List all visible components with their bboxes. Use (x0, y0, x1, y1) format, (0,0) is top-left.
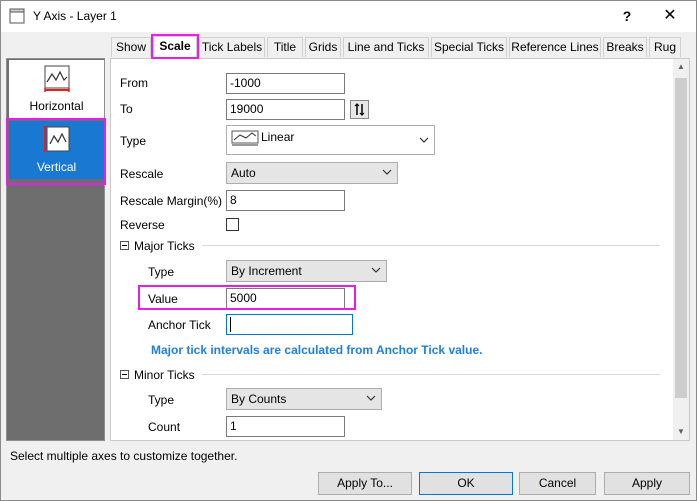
anchor-tick-input[interactable] (226, 314, 353, 335)
from-input[interactable]: -1000 (226, 73, 345, 94)
apply-button[interactable]: Apply (604, 472, 690, 495)
tab-line-and-ticks[interactable]: Line and Ticks (343, 37, 429, 57)
from-label: From (120, 76, 148, 90)
cancel-button[interactable]: Cancel (519, 472, 596, 495)
chevron-down-icon (381, 166, 393, 178)
vertical-highlight-box (6, 118, 106, 185)
collapse-icon[interactable] (120, 370, 129, 379)
major-ticks-info-text: Major tick intervals are calculated from… (151, 343, 483, 357)
type-label: Type (120, 134, 147, 148)
reverse-label: Reverse (120, 218, 165, 232)
scale-settings-panel (110, 58, 690, 441)
chevron-down-icon (365, 392, 377, 404)
scale-tab-highlight-box (151, 34, 199, 59)
tab-tick-labels[interactable]: Tick Labels (199, 37, 265, 57)
linear-scale-icon (230, 129, 260, 147)
minor-type-label: Type (148, 393, 175, 407)
tab-grids[interactable]: Grids (305, 37, 341, 57)
window-title: Y Axis - Layer 1 (33, 9, 117, 23)
title-bar: Y Axis - Layer 1 ? ✕ (1, 1, 696, 32)
rescale-margin-input[interactable]: 8 (226, 190, 345, 211)
tab-title[interactable]: Title (267, 37, 303, 57)
rescale-select-value: Auto (231, 166, 256, 180)
tab-breaks[interactable]: Breaks (603, 37, 647, 57)
tab-special-ticks[interactable]: Special Ticks (431, 37, 507, 57)
collapse-icon[interactable] (120, 241, 129, 250)
rescale-select[interactable]: Auto (226, 162, 398, 184)
swap-icon[interactable] (350, 100, 369, 119)
section-divider (202, 374, 660, 375)
anchor-tick-label: Anchor Tick (148, 318, 211, 332)
value-highlight-box (138, 285, 356, 310)
major-type-label: Type (148, 265, 175, 279)
section-divider (202, 245, 660, 246)
text-cursor (230, 317, 231, 332)
major-type-select[interactable]: By Increment (226, 260, 387, 282)
horizontal-axis-icon (42, 63, 72, 93)
minor-type-select[interactable]: By Counts (226, 388, 382, 410)
to-input[interactable]: 19000 (226, 99, 345, 120)
reverse-checkbox[interactable] (226, 218, 239, 231)
tab-reference-lines[interactable]: Reference Lines (509, 37, 601, 57)
minor-type-select-value: By Counts (231, 392, 287, 406)
axis-selector-panel: Horizontal Vertical (6, 58, 105, 441)
major-ticks-section-label: Major Ticks (134, 239, 195, 253)
axis-item-horizontal[interactable]: Horizontal (9, 60, 104, 118)
chevron-down-icon (370, 264, 382, 276)
minor-count-label: Count (148, 420, 181, 434)
dialog-window: Y Axis - Layer 1 ? ✕ Horizontal Vertical… (0, 0, 697, 501)
scroll-up-icon[interactable]: ▲ (673, 59, 689, 75)
scrollbar-thumb[interactable] (675, 78, 687, 398)
ok-button[interactable]: OK (419, 472, 513, 495)
axis-item-label: Horizontal (29, 99, 84, 113)
chevron-down-icon (418, 134, 430, 146)
tab-show[interactable]: Show (111, 37, 151, 57)
minor-ticks-section-label: Minor Ticks (134, 368, 195, 382)
rescale-margin-label: Rescale Margin(%) (120, 194, 223, 208)
apply-to-button[interactable]: Apply To... (318, 472, 412, 495)
status-text: Select multiple axes to customize togeth… (10, 449, 238, 463)
vertical-scrollbar[interactable]: ▲ ▼ (673, 59, 689, 440)
type-select-value: Linear (261, 130, 295, 144)
close-button[interactable]: ✕ (656, 5, 684, 27)
to-label: To (120, 102, 133, 116)
scroll-down-icon[interactable]: ▼ (673, 424, 689, 440)
type-select[interactable]: Linear (226, 125, 435, 155)
minor-count-input[interactable]: 1 (226, 416, 345, 437)
help-button[interactable]: ? (615, 5, 639, 27)
rescale-label: Rescale (120, 167, 164, 181)
tab-rug[interactable]: Rug (649, 37, 681, 57)
app-icon (9, 8, 25, 24)
major-type-select-value: By Increment (231, 264, 302, 278)
